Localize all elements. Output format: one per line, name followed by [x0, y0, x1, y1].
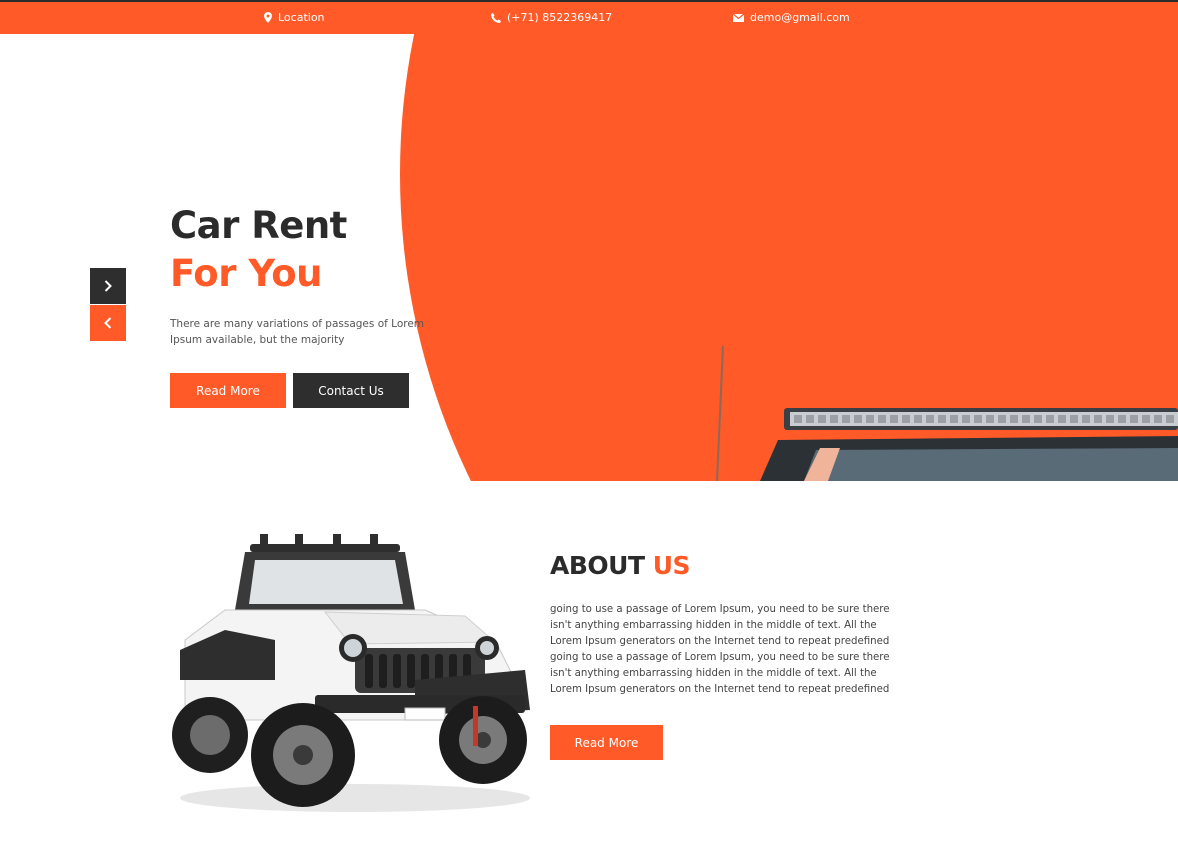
about-title: ABOUT US: [550, 551, 691, 580]
location-info[interactable]: Location: [264, 11, 325, 24]
hero-section: Car Rent For You There are many variatio…: [0, 34, 1178, 481]
envelope-icon: [733, 13, 744, 22]
about-jeep-image: [172, 534, 530, 812]
phone-text: (+71) 8522369417: [507, 11, 613, 24]
slider-prev-button[interactable]: [90, 305, 126, 341]
hero-contact-us-button[interactable]: Contact Us: [293, 373, 409, 408]
top-info-bar: Location (+71) 8522369417 demo@gmail.com: [0, 0, 1178, 34]
about-title-part1: ABOUT: [550, 551, 645, 580]
email-text: demo@gmail.com: [750, 11, 850, 24]
hero-title-line1: Car Rent: [170, 204, 347, 247]
map-pin-icon: [264, 12, 272, 23]
chevron-right-icon: [104, 280, 112, 292]
hero-car-image: [716, 345, 1178, 481]
hero-title: Car Rent For You: [170, 202, 347, 298]
about-read-more-button[interactable]: Read More: [550, 725, 663, 760]
about-description: going to use a passage of Lorem Ipsum, y…: [550, 604, 890, 695]
email-info[interactable]: demo@gmail.com: [733, 11, 850, 24]
location-text: Location: [278, 11, 325, 24]
about-title-part2: US: [652, 551, 691, 580]
phone-icon: [491, 12, 501, 23]
slider-next-button[interactable]: [90, 268, 126, 304]
hero-title-line2: For You: [170, 252, 322, 295]
chevron-left-icon: [104, 317, 112, 329]
hero-description: There are many variations of passages of…: [170, 318, 425, 346]
hero-read-more-button[interactable]: Read More: [170, 373, 286, 408]
phone-info[interactable]: (+71) 8522369417: [491, 11, 612, 24]
